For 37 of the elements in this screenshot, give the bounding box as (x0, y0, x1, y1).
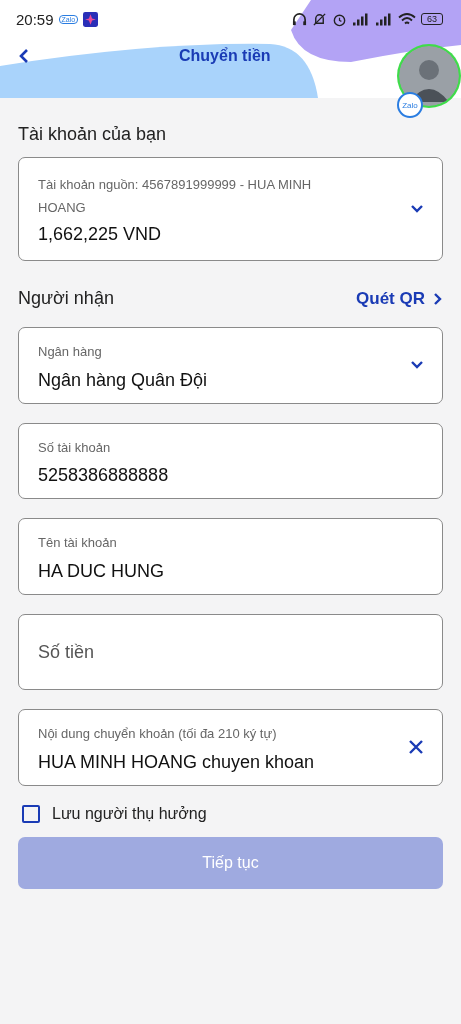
wifi-icon (398, 11, 416, 27)
field-value: HA DUC HUNG (38, 561, 165, 583)
field-label: Tài khoản nguồn: 4567891999999 - HUA MINH HOANG (38, 175, 313, 217)
zalo-badge: Zalo (397, 92, 423, 118)
chevron-down-icon (410, 204, 424, 214)
field-value: 5258386888888 (38, 465, 170, 487)
section-heading: Tài khoản của bạn (18, 124, 168, 145)
checkbox-label: Lưu người thụ hưởng (52, 804, 207, 823)
clear-icon[interactable] (408, 739, 424, 756)
account-balance: 1,662,225 VND (38, 224, 163, 246)
checkbox[interactable] (22, 804, 40, 823)
scan-qr-link[interactable]: Quét QR (356, 288, 443, 309)
field-placeholder: Số tiền (38, 641, 95, 663)
bank-select[interactable]: Ngân hàng Ngân hàng Quân Đội (18, 327, 443, 404)
input-field[interactable]: Số tài khoản 5258386888888 (18, 422, 443, 500)
signal-icon (375, 11, 393, 27)
source-account-select[interactable]: Tài khoản nguồn: 4567891999999 - HUA MINH HOANG 1,662,225 VND (18, 157, 443, 261)
input-field[interactable]: Tên tài khoản HA DUC HUNG (18, 518, 443, 596)
field-label: Nội dung chuyển khoản (tối đa 210 ký tự) (38, 725, 278, 744)
field-label: Tên tài khoản (38, 534, 118, 553)
battery-indicator: 63 (421, 13, 443, 25)
field-label: Ngân hàng (38, 343, 103, 361)
signal-icon (352, 11, 370, 27)
section-heading: Người nhận (18, 288, 114, 309)
headphones-icon (292, 11, 307, 27)
chevron-right-icon (433, 291, 443, 306)
input-field[interactable]: Nội dung chuyển khoản (tối đa 210 ký tự) HUA MINH HOANG chuyen khoan (18, 709, 443, 786)
app-notification-icon (83, 11, 99, 27)
amount-field[interactable]: Số tiền (18, 614, 443, 691)
back-icon (18, 48, 30, 64)
field-label: Số tài khoản (38, 438, 112, 457)
chevron-down-icon (410, 360, 424, 371)
mute-icon (312, 11, 327, 27)
field-value: Ngân hàng Quân Đội (38, 369, 209, 391)
page-title: Chuyển tiền (179, 47, 271, 65)
field-value: HUA MINH HOANG chuyen khoan (38, 751, 316, 773)
status-time: 20:59 (16, 10, 54, 28)
